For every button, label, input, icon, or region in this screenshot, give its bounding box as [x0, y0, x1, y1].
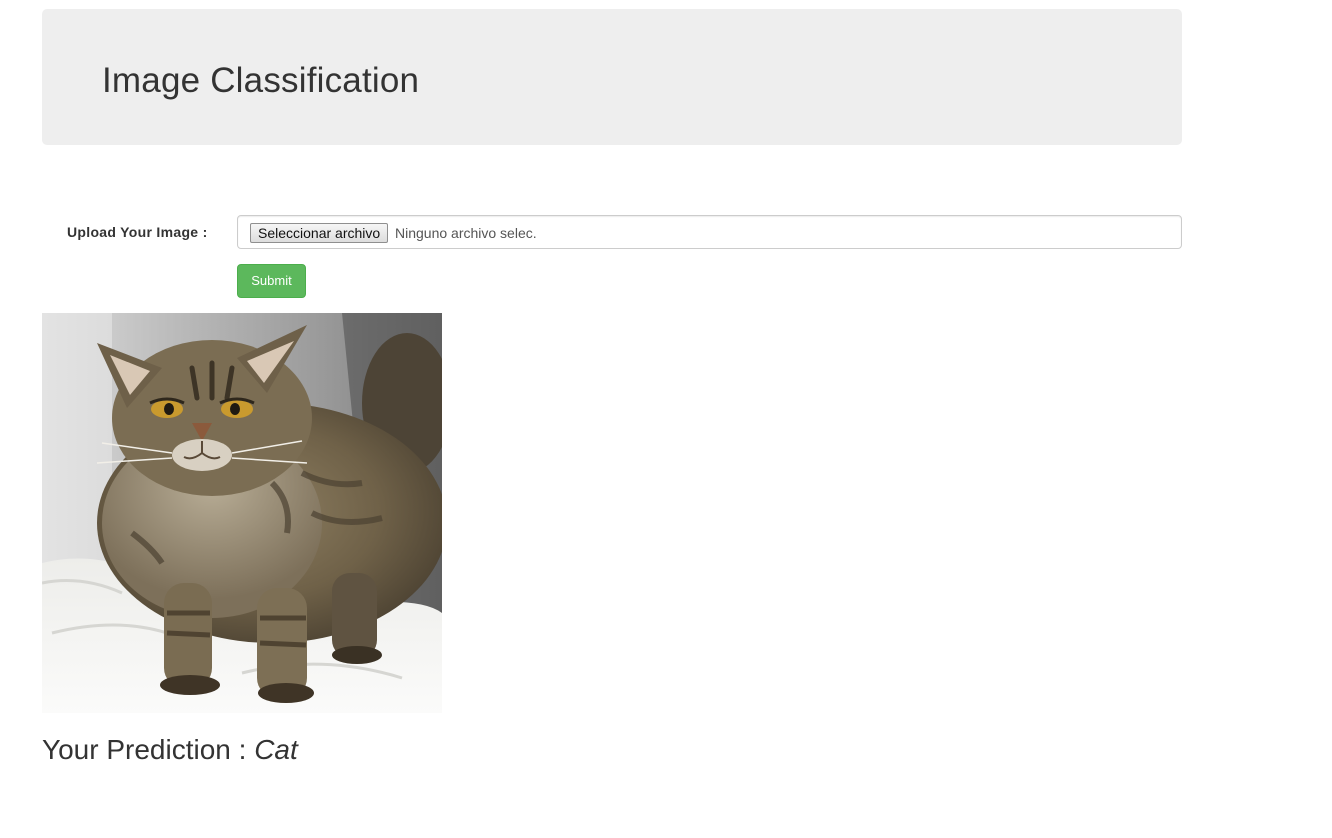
- page-title: Image Classification: [102, 61, 420, 100]
- submit-button[interactable]: Submit: [237, 264, 306, 298]
- prediction-prefix: Your Prediction :: [42, 734, 255, 765]
- uploaded-cat-image: [42, 313, 442, 713]
- upload-label: Upload Your Image :: [67, 224, 208, 240]
- prediction-result: Your Prediction : Cat: [42, 733, 298, 767]
- file-input[interactable]: Seleccionar archivo Ninguno archivo sele…: [237, 215, 1182, 249]
- file-status-text: Ninguno archivo selec.: [395, 225, 537, 241]
- choose-file-button[interactable]: Seleccionar archivo: [250, 223, 389, 243]
- prediction-value: Cat: [254, 734, 298, 765]
- header-jumbotron: Image Classification: [42, 9, 1182, 145]
